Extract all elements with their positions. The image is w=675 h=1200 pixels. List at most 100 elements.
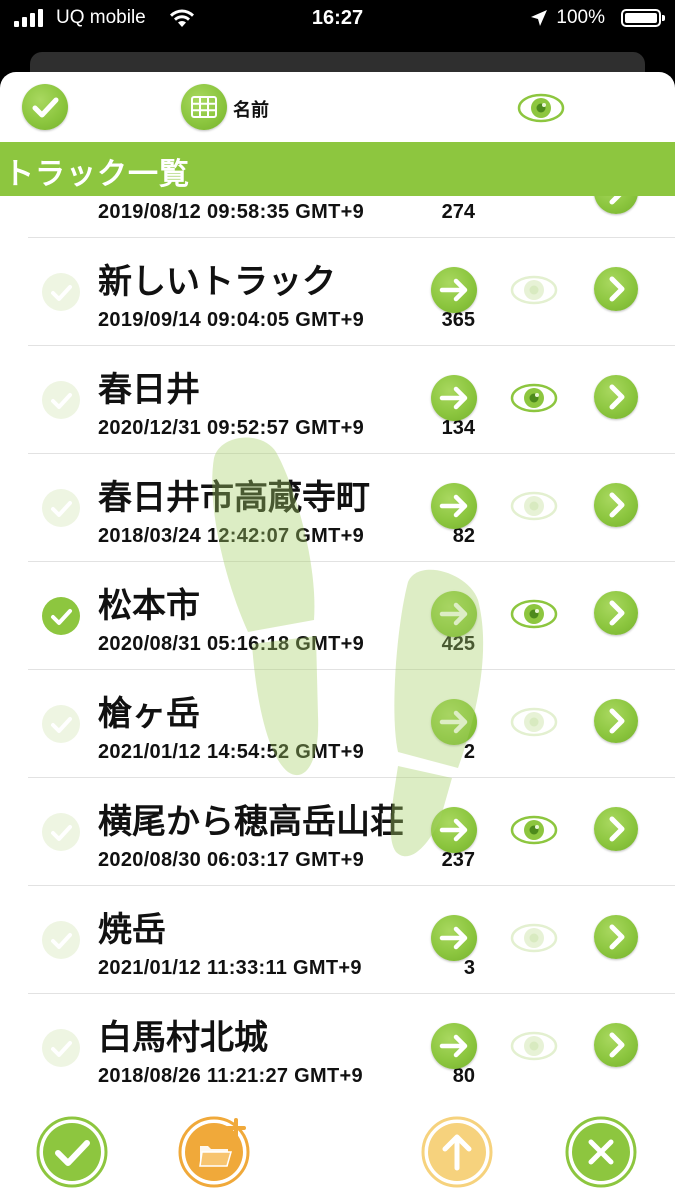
goto-track-button[interactable]	[431, 483, 477, 529]
eye-icon[interactable]	[510, 815, 558, 845]
check-icon	[43, 382, 79, 418]
list-item[interactable]: 槍ヶ岳 2021/01/12 14:54:52 GMT+9 2	[0, 670, 675, 778]
arrow-right-icon	[439, 602, 468, 626]
chevron-right-icon	[609, 708, 625, 734]
check-icon	[43, 598, 79, 634]
grid-sort-icon	[191, 96, 217, 118]
arrow-right-icon	[439, 386, 468, 410]
arrow-right-icon	[439, 926, 468, 950]
eye-icon[interactable]	[510, 383, 558, 413]
track-detail-button[interactable]	[594, 591, 638, 635]
check-icon	[43, 490, 79, 526]
track-name: 春日井	[98, 370, 200, 410]
track-detail-button[interactable]	[594, 1023, 638, 1067]
arrow-right-icon	[439, 818, 468, 842]
confirm-button[interactable]	[36, 1116, 108, 1188]
goto-track-button[interactable]	[431, 915, 477, 961]
arrow-right-icon	[439, 278, 468, 302]
track-date: 2021/01/12 14:54:52 GMT+9	[98, 741, 365, 763]
track-date: 2020/08/31 05:16:18 GMT+9	[98, 633, 365, 655]
track-name: 焼岳	[98, 910, 166, 950]
check-icon	[43, 814, 79, 850]
goto-track-button[interactable]	[431, 1023, 477, 1069]
check-circle-icon	[32, 97, 59, 118]
row-checkbox[interactable]	[42, 705, 80, 743]
track-date: 2018/03/24 12:42:07 GMT+9	[98, 525, 365, 547]
sort-button[interactable]	[181, 84, 227, 130]
chevron-right-icon	[609, 924, 625, 950]
arrow-right-icon	[439, 1034, 468, 1058]
list-item[interactable]: 春日井 2020/12/31 09:52:57 GMT+9 134	[0, 346, 675, 454]
row-checkbox[interactable]	[42, 1029, 80, 1067]
track-detail-button[interactable]	[594, 196, 638, 214]
goto-track-button[interactable]	[431, 591, 477, 637]
list-item[interactable]: 横尾から穂高岳山荘 2020/08/30 06:03:17 GMT+9 237	[0, 778, 675, 886]
chevron-right-icon	[609, 1032, 625, 1058]
track-detail-button[interactable]	[594, 807, 638, 851]
row-checkbox[interactable]	[42, 273, 80, 311]
upload-button[interactable]	[421, 1116, 493, 1188]
select-all-button[interactable]	[22, 84, 68, 130]
eye-icon[interactable]	[510, 275, 558, 305]
check-icon	[43, 706, 79, 742]
track-date: 2021/01/12 11:33:11 GMT+9	[98, 957, 362, 979]
goto-track-button[interactable]	[431, 699, 477, 745]
upload-arrow-icon	[421, 1116, 493, 1188]
goto-track-button[interactable]	[431, 807, 477, 853]
bottom-toolbar	[0, 1100, 675, 1200]
list-item[interactable]: 春日井市高蔵寺町 2018/03/24 12:42:07 GMT+9 82	[0, 454, 675, 562]
chevron-right-icon	[609, 384, 625, 410]
list-item[interactable]: 新しいトラック 2019/09/14 09:04:05 GMT+9 365	[0, 238, 675, 346]
eye-icon[interactable]	[510, 1031, 558, 1061]
status-bar: UQ mobile 16:27 100%	[0, 0, 675, 40]
track-date: 2019/08/12 09:58:35 GMT+9	[98, 201, 365, 223]
folder-add-icon	[178, 1116, 250, 1188]
check-icon	[36, 1116, 108, 1188]
close-icon	[565, 1116, 637, 1188]
row-checkbox[interactable]	[42, 489, 80, 527]
location-arrow-icon	[531, 10, 547, 26]
sort-label[interactable]: 名前	[233, 96, 269, 122]
list-item[interactable]: 白馬村北城 2018/08/26 11:21:27 GMT+9 80	[0, 994, 675, 1100]
list-item[interactable]: 松本市 2020/08/31 05:16:18 GMT+9 425	[0, 562, 675, 670]
toolbar: 名前	[0, 72, 675, 142]
eye-icon[interactable]	[510, 599, 558, 629]
battery-percent: 100%	[556, 7, 605, 28]
track-detail-button[interactable]	[594, 915, 638, 959]
track-name: 横尾から穂高岳山荘	[98, 802, 404, 842]
row-checkbox[interactable]	[42, 813, 80, 851]
eye-icon[interactable]	[510, 923, 558, 953]
row-checkbox[interactable]	[42, 921, 80, 959]
track-date: 2020/08/30 06:03:17 GMT+9	[98, 849, 365, 871]
page-title: トラック一覧	[4, 157, 190, 192]
arrow-right-icon	[439, 710, 468, 734]
track-detail-button[interactable]	[594, 375, 638, 419]
chevron-right-icon	[609, 816, 625, 842]
goto-track-button[interactable]	[431, 267, 477, 313]
track-date: 2020/12/31 09:52:57 GMT+9	[98, 417, 365, 439]
track-name: 松本市	[98, 586, 200, 626]
close-button[interactable]	[565, 1116, 637, 1188]
eye-icon[interactable]	[517, 92, 565, 124]
battery-icon	[621, 9, 665, 27]
chevron-right-icon	[609, 196, 622, 205]
chevron-right-icon	[609, 276, 625, 302]
eye-icon[interactable]	[510, 707, 558, 737]
list-item[interactable]: 焼岳 2021/01/12 11:33:11 GMT+9 3	[0, 886, 675, 994]
row-checkbox[interactable]	[42, 597, 80, 635]
check-icon	[43, 274, 79, 310]
check-icon	[43, 922, 79, 958]
track-list[interactable]: 2019/08/12 09:58:35 GMT+9 274 新しいトラック 201…	[0, 196, 675, 1100]
track-detail-button[interactable]	[594, 699, 638, 743]
chevron-right-icon	[609, 492, 625, 518]
goto-track-button[interactable]	[431, 375, 477, 421]
add-folder-button[interactable]	[178, 1116, 250, 1188]
row-checkbox[interactable]	[42, 381, 80, 419]
list-item-partial[interactable]: 2019/08/12 09:58:35 GMT+9 274	[0, 196, 675, 238]
chevron-right-icon	[609, 600, 625, 626]
track-name: 春日井市高蔵寺町	[98, 478, 370, 518]
track-detail-button[interactable]	[594, 483, 638, 527]
track-date: 2019/09/14 09:04:05 GMT+9	[98, 309, 365, 331]
eye-icon[interactable]	[510, 491, 558, 521]
track-detail-button[interactable]	[594, 267, 638, 311]
